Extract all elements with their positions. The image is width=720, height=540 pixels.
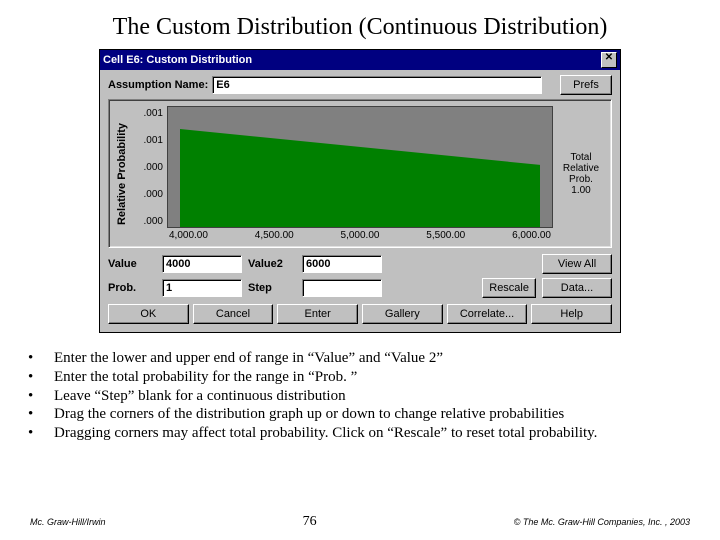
titlebar: Cell E6: Custom Distribution ✕ xyxy=(100,50,620,70)
bullet-list: •Enter the lower and upper end of range … xyxy=(28,349,700,443)
close-icon[interactable]: ✕ xyxy=(601,52,617,68)
assumption-name-label: Assumption Name: xyxy=(108,79,208,91)
ok-button[interactable]: OK xyxy=(108,304,189,324)
help-button[interactable]: Help xyxy=(531,304,612,324)
titlebar-text: Cell E6: Custom Distribution xyxy=(103,54,252,66)
prob-label: Prob. xyxy=(108,282,156,294)
footer-left: Mc. Graw-Hill/Irwin xyxy=(30,517,106,527)
correlate-button[interactable]: Correlate... xyxy=(447,304,528,324)
prefs-button[interactable]: Prefs xyxy=(560,75,612,95)
list-item: •Enter the lower and upper end of range … xyxy=(28,349,700,368)
x-axis-ticks: 4,000.00 4,500.00 5,000.00 5,500.00 6,00… xyxy=(167,228,553,241)
chart-panel: Relative Probability .001 .001 .000 .000… xyxy=(108,99,612,248)
value-label: Value xyxy=(108,258,156,270)
distribution-plot[interactable] xyxy=(167,106,553,228)
value-field[interactable]: 4000 xyxy=(162,255,242,273)
slide-title: The Custom Distribution (Continuous Dist… xyxy=(0,0,720,49)
page-number: 76 xyxy=(303,514,317,530)
list-item: •Drag the corners of the distribution gr… xyxy=(28,405,700,424)
y-axis-label: Relative Probability xyxy=(115,106,129,241)
rescale-button[interactable]: Rescale xyxy=(482,278,536,298)
gallery-button[interactable]: Gallery xyxy=(362,304,443,324)
footer-right: © The Mc. Graw-Hill Companies, Inc. , 20… xyxy=(514,517,690,527)
data-button[interactable]: Data... xyxy=(542,278,612,298)
step-label: Step xyxy=(248,282,296,294)
value2-label: Value2 xyxy=(248,258,296,270)
list-item: •Enter the total probability for the ran… xyxy=(28,368,700,387)
list-item: •Leave “Step” blank for a continuous dis… xyxy=(28,387,700,406)
step-field[interactable] xyxy=(302,279,382,297)
list-item: •Dragging corners may affect total proba… xyxy=(28,424,700,443)
prob-field[interactable]: 1 xyxy=(162,279,242,297)
y-axis-ticks: .001 .001 .000 .000 .000 xyxy=(129,106,167,241)
enter-button[interactable]: Enter xyxy=(277,304,358,324)
value2-field[interactable]: 6000 xyxy=(302,255,382,273)
total-prob-readout: Total Relative Prob. 1.00 xyxy=(553,106,605,241)
view-all-button[interactable]: View All xyxy=(542,254,612,274)
assumption-name-field[interactable]: E6 xyxy=(212,76,542,94)
cancel-button[interactable]: Cancel xyxy=(193,304,274,324)
custom-distribution-dialog: Cell E6: Custom Distribution ✕ Assumptio… xyxy=(99,49,621,333)
